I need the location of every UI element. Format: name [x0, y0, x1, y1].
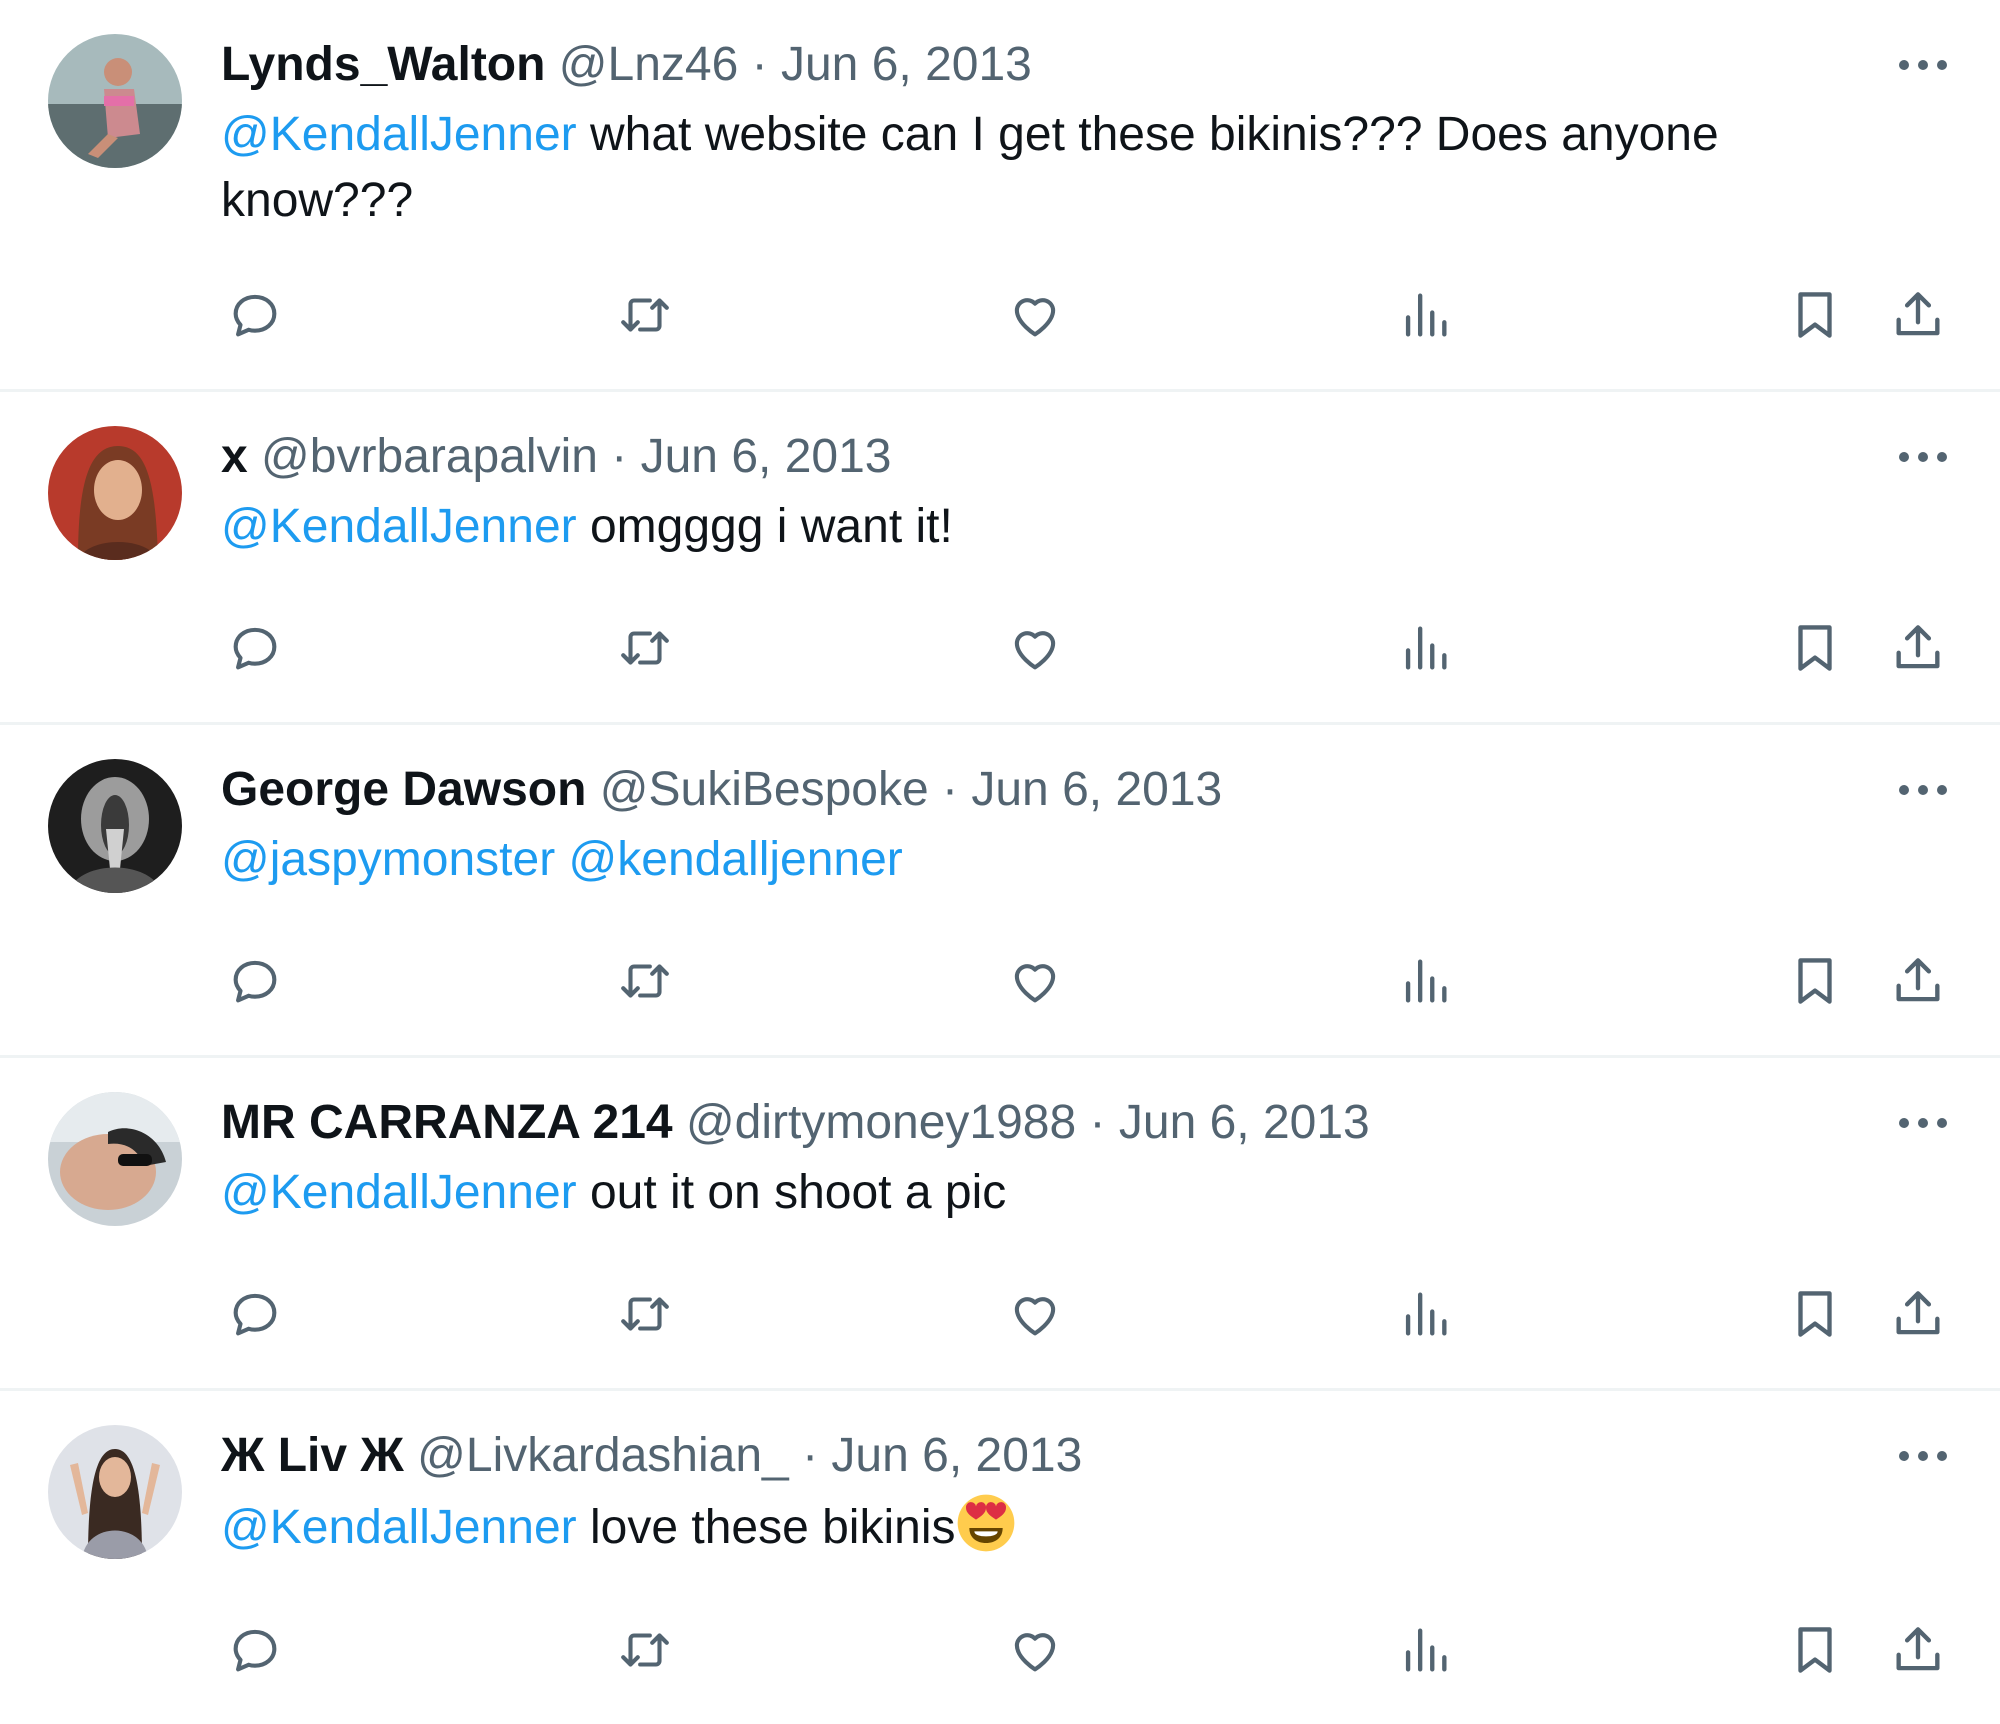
- tweet-date[interactable]: Jun 6, 2013: [971, 763, 1222, 816]
- views-icon[interactable]: [1391, 281, 1459, 349]
- tweet-date[interactable]: Jun 6, 2013: [781, 38, 1032, 91]
- action-bar: [221, 947, 2000, 1015]
- share-icon[interactable]: [1884, 281, 1952, 349]
- like-icon[interactable]: [1001, 1616, 1069, 1684]
- action-bar: [221, 1616, 2000, 1684]
- tweet-text: @KendallJenner omgggg i want it!: [221, 494, 1861, 560]
- bookmark-icon[interactable]: [1781, 947, 1849, 1015]
- retweet-icon[interactable]: [611, 614, 679, 682]
- mention-link[interactable]: @KendallJenner: [221, 500, 577, 553]
- like-icon[interactable]: [1001, 281, 1069, 349]
- like-icon[interactable]: [1001, 1280, 1069, 1348]
- reply-icon[interactable]: [221, 614, 289, 682]
- separator: ·: [1089, 1096, 1106, 1149]
- retweet-icon[interactable]: [611, 281, 679, 349]
- mention-link[interactable]: @KendallJenner: [221, 108, 577, 161]
- action-bar: [221, 614, 2000, 682]
- tweet-body: out it on shoot a pic: [576, 1166, 1007, 1219]
- tweet-date[interactable]: Jun 6, 2013: [831, 1429, 1082, 1482]
- bookmark-icon[interactable]: [1781, 614, 1849, 682]
- mention-link[interactable]: @jaspymonster: [221, 833, 555, 886]
- more-options-icon[interactable]: [1892, 426, 1954, 488]
- tweet-header: George Dawson @SukiBespoke · Jun 6, 2013: [221, 759, 2000, 821]
- avatar[interactable]: [48, 426, 182, 560]
- reply-icon[interactable]: [221, 1616, 289, 1684]
- more-options-icon[interactable]: [1892, 1425, 1954, 1487]
- display-name[interactable]: Lynds_Walton: [221, 38, 545, 91]
- tweet-date[interactable]: Jun 6, 2013: [641, 430, 892, 483]
- tweet-header: Lynds_Walton @Lnz46 · Jun 6, 2013: [221, 34, 2000, 96]
- avatar[interactable]: [48, 759, 182, 893]
- bookmark-icon[interactable]: [1781, 281, 1849, 349]
- reply-icon[interactable]: [221, 1280, 289, 1348]
- more-options-icon[interactable]: [1892, 34, 1954, 96]
- tweet[interactable]: MR CARRANZA 214 @dirtymoney1988 · Jun 6,…: [0, 1058, 2000, 1391]
- tweet-text: @KendallJenner what website can I get th…: [221, 102, 1861, 234]
- retweet-icon[interactable]: [611, 1616, 679, 1684]
- tweet[interactable]: x @bvrbarapalvin · Jun 6, 2013 @KendallJ…: [0, 392, 2000, 725]
- action-bar: [221, 281, 2000, 349]
- bookmark-icon[interactable]: [1781, 1616, 1849, 1684]
- tweet-date[interactable]: Jun 6, 2013: [1119, 1096, 1370, 1149]
- heart-eyes-emoji-icon: [956, 1493, 1016, 1553]
- user-handle[interactable]: @dirtymoney1988: [686, 1096, 1076, 1149]
- tweet-text: @KendallJenner out it on shoot a pic: [221, 1160, 1861, 1226]
- display-name[interactable]: George Dawson: [221, 763, 586, 816]
- more-options-icon[interactable]: [1892, 1092, 1954, 1154]
- user-handle[interactable]: @Livkardashian_: [417, 1429, 789, 1482]
- avatar[interactable]: [48, 1092, 182, 1226]
- tweet[interactable]: George Dawson @SukiBespoke · Jun 6, 2013…: [0, 725, 2000, 1058]
- avatar[interactable]: [48, 1425, 182, 1559]
- tweet-text: @jaspymonster @kendalljenner: [221, 827, 1861, 893]
- share-icon[interactable]: [1884, 947, 1952, 1015]
- display-name[interactable]: MR CARRANZA 214: [221, 1096, 673, 1149]
- mention-link[interactable]: @KendallJenner: [221, 1501, 577, 1554]
- separator: ·: [802, 1429, 819, 1482]
- tweet-body: omgggg i want it!: [576, 500, 953, 553]
- tweet[interactable]: Ж Liv Ж @Livkardashian_ · Jun 6, 2013 @K…: [0, 1391, 2000, 1724]
- separator: ·: [942, 763, 958, 816]
- retweet-icon[interactable]: [611, 947, 679, 1015]
- more-options-icon[interactable]: [1892, 759, 1954, 821]
- separator: ·: [751, 38, 768, 91]
- reply-icon[interactable]: [221, 947, 289, 1015]
- retweet-icon[interactable]: [611, 1280, 679, 1348]
- tweet-header: Ж Liv Ж @Livkardashian_ · Jun 6, 2013: [221, 1425, 2000, 1487]
- action-bar: [221, 1280, 2000, 1348]
- reply-feed: Lynds_Walton @Lnz46 · Jun 6, 2013 @Kenda…: [0, 0, 2000, 1724]
- avatar[interactable]: [48, 34, 182, 168]
- reply-icon[interactable]: [221, 281, 289, 349]
- display-name[interactable]: x: [221, 430, 248, 483]
- like-icon[interactable]: [1001, 947, 1069, 1015]
- user-handle[interactable]: @bvrbarapalvin: [261, 430, 598, 483]
- tweet-header: x @bvrbarapalvin · Jun 6, 2013: [221, 426, 2000, 488]
- tweet[interactable]: Lynds_Walton @Lnz46 · Jun 6, 2013 @Kenda…: [0, 0, 2000, 392]
- tweet-body: love these bikinis: [576, 1501, 956, 1554]
- display-name[interactable]: Ж Liv Ж: [221, 1429, 404, 1482]
- mention-link[interactable]: @KendallJenner: [221, 1166, 577, 1219]
- views-icon[interactable]: [1391, 1616, 1459, 1684]
- views-icon[interactable]: [1391, 947, 1459, 1015]
- tweet-text: @KendallJenner love these bikinis: [221, 1493, 1861, 1561]
- user-handle[interactable]: @SukiBespoke: [600, 763, 929, 816]
- share-icon[interactable]: [1884, 1616, 1952, 1684]
- separator: ·: [611, 430, 628, 483]
- mention-link[interactable]: @kendalljenner: [569, 833, 903, 886]
- user-handle[interactable]: @Lnz46: [559, 38, 739, 91]
- like-icon[interactable]: [1001, 614, 1069, 682]
- views-icon[interactable]: [1391, 614, 1459, 682]
- share-icon[interactable]: [1884, 1280, 1952, 1348]
- bookmark-icon[interactable]: [1781, 1280, 1849, 1348]
- share-icon[interactable]: [1884, 614, 1952, 682]
- tweet-header: MR CARRANZA 214 @dirtymoney1988 · Jun 6,…: [221, 1092, 2000, 1154]
- views-icon[interactable]: [1391, 1280, 1459, 1348]
